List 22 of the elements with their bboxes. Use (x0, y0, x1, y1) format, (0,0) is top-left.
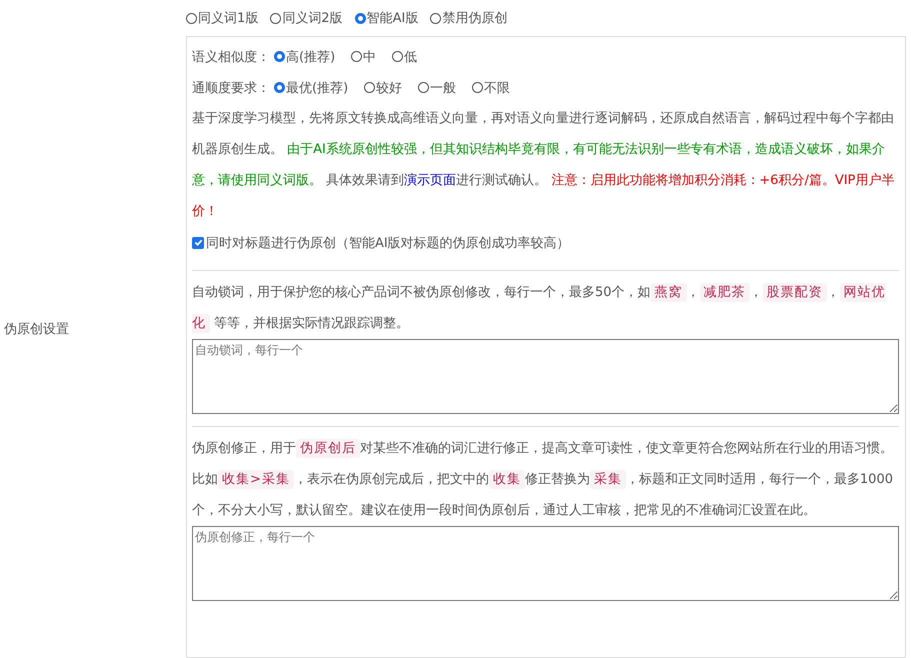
radio-option[interactable]: 高(推荐) (274, 48, 336, 66)
section-label: 伪原创设置 (3, 321, 69, 338)
check-icon (194, 238, 202, 247)
radio-option[interactable]: 同义词2版 (270, 9, 343, 27)
option-label: 通顺度要求： (192, 80, 270, 96)
radio-option[interactable]: 同义词1版 (186, 9, 258, 27)
radio-option[interactable]: 不限 (472, 78, 510, 96)
radio-option[interactable]: 一般 (418, 78, 456, 96)
radio-option[interactable]: 智能AI版 (354, 9, 418, 27)
title-checkbox[interactable]: 同时对标题进行伪原创（智能AI版对标题的伪原创成功率较高） (192, 227, 899, 258)
demo-page-link[interactable]: 演示页面 (404, 173, 456, 188)
option-label: 语义相似度： (192, 48, 270, 66)
corrections-field[interactable]: 伪原创修正，每行一个 (192, 526, 899, 601)
radio-option[interactable]: 中 (351, 48, 376, 66)
radio-option[interactable]: 最优(推荐) (274, 78, 348, 96)
description-text: 基于深度学习模型，先将原文转换成高维语义向量，再对语义向量进行逐词解码，还原成自然语言，解码过程中每个字都由机器原创生成。 由于AI系统原创性较强，但其知识结构毕竟有限，有可能无法识别一些专有术语，造成语义破坏，如果介意，请使用同义词版。 具体效果请到演示页面进行测试确认。 注意：启用此功能将增加积分消耗：+6积分/篇。VIP用户半价！ (192, 110, 896, 221)
description-text: 伪原创修正，用于 伪原创后 对某些不准确的词汇进行修正，提高文章可读性，使文章更符合您网站所在行业的用语习惯。比如 收集>采集 ，表示在伪原创完成后，把文中的 收集 修正替换为 采集 ，标题和正文同时适用，每行一个，最多1000个，不分大小写，默认留空。建议在使用一段时间伪原创后，通过人工审核，把常见的不准确词汇设置在此。 (192, 438, 894, 520)
description-text: 自动锁词，用于保护您的核心产品词不被伪原创修改，每行一个，最多50个，如 燕窝 ， 减肥茶 ， 股票配资 ， 网站优化 等等，并根据实际情况跟踪调整。 (192, 282, 887, 335)
radio-option[interactable]: 低 (392, 48, 418, 66)
lock-words-field[interactable]: 自动锁词，每行一个 (192, 339, 899, 414)
radio-option[interactable]: 较好 (364, 78, 402, 96)
radio-option[interactable]: 禁用伪原创 (430, 9, 508, 27)
